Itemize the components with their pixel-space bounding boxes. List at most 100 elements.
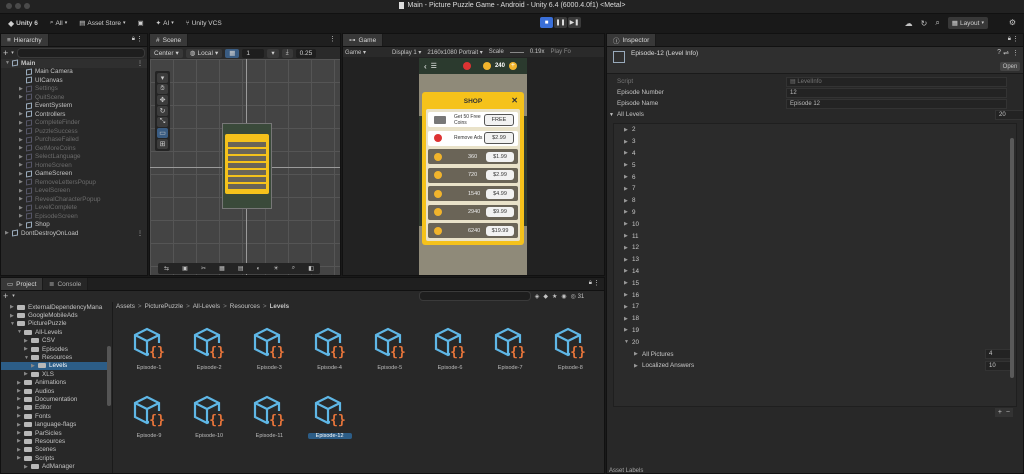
search-icon[interactable]: ⌕	[292, 265, 295, 272]
chevron-right-icon[interactable]: ▶	[624, 127, 632, 133]
project-folder[interactable]: ▶ XLS	[1, 370, 109, 378]
transform-tool-icon[interactable]: ⊞	[157, 139, 168, 149]
asset-store-button[interactable]: ▤ Asset Store ▾	[75, 17, 129, 29]
add-element-button[interactable]: +	[998, 409, 1002, 416]
chevron-down-icon[interactable]: ▾	[12, 293, 15, 299]
hierarchy-item[interactable]: ▶ Shop	[1, 221, 147, 230]
pan-icon[interactable]: ⇆	[164, 265, 169, 272]
hierarchy-item[interactable]: EventSystem	[1, 102, 147, 111]
episode-number-field[interactable]: 12	[786, 88, 1007, 98]
project-folder[interactable]: ▶ Documentation	[1, 395, 109, 403]
package-button[interactable]: ▣	[134, 17, 148, 29]
project-folder[interactable]: ▼ PicturePuzzle	[1, 320, 109, 328]
shop-price-button[interactable]: $2.99	[486, 170, 514, 180]
play-button[interactable]: ■	[540, 17, 553, 28]
frame-icon[interactable]: ▣	[182, 265, 188, 272]
project-folder[interactable]: ▶ Levels	[1, 361, 109, 371]
expand-arrow-icon[interactable]: ▶	[19, 162, 26, 168]
project-folder[interactable]: ▶ ExternalDependencyMana	[1, 303, 109, 311]
expand-arrow-icon[interactable]: ▶	[24, 338, 31, 344]
rect-tool-icon[interactable]: ▭	[157, 128, 168, 138]
more-icon[interactable]: ⋮	[137, 230, 143, 237]
chevron-right-icon[interactable]: ▶	[624, 186, 632, 192]
project-folder[interactable]: ▶ Audios	[1, 387, 109, 395]
project-search-input[interactable]	[418, 291, 531, 301]
expand-arrow-icon[interactable]: ▶	[19, 145, 26, 151]
expand-arrow-icon[interactable]: ▶	[19, 188, 26, 194]
remove-element-button[interactable]: −	[1006, 409, 1010, 416]
expand-arrow-icon[interactable]: ▶	[17, 380, 24, 386]
chevron-down-icon[interactable]: ▾	[11, 50, 14, 56]
expand-arrow-icon[interactable]: ▶	[19, 222, 26, 228]
hierarchy-item[interactable]: ▶ GameScreen	[1, 170, 147, 179]
asset-tile[interactable]: {} Episode-1	[127, 326, 171, 371]
project-folder[interactable]: ▶ Scripts	[1, 454, 109, 462]
expand-arrow-icon[interactable]: ▶	[5, 230, 12, 236]
add-icon[interactable]: +	[3, 48, 8, 58]
shop-item-row[interactable]: 2940 $9.99	[428, 204, 518, 220]
chevron-right-icon[interactable]: ▶	[624, 233, 632, 239]
level-sub-item[interactable]: ▶ Localized Answers 10	[624, 360, 1012, 372]
asset-tile[interactable]: {} Episode-2	[187, 326, 231, 371]
project-tree-scrollbar[interactable]	[107, 346, 111, 406]
increment-snap-button[interactable]: ⤓	[281, 48, 293, 58]
shop-price-button[interactable]: $9.99	[486, 207, 514, 217]
view-icon[interactable]: ▤	[238, 265, 244, 272]
chevron-right-icon[interactable]: ▶	[624, 174, 632, 180]
more-icon[interactable]: ⋮	[1012, 35, 1019, 43]
project-folder[interactable]: ▶ Fonts	[1, 412, 109, 420]
expand-arrow-icon[interactable]: ▶	[24, 464, 31, 470]
expand-arrow-icon[interactable]: ▶	[17, 396, 24, 402]
chevron-right-icon[interactable]: ▶	[634, 363, 642, 369]
expand-arrow-icon[interactable]: ▶	[19, 179, 26, 185]
search-all-button[interactable]: ⌕ All ▾	[46, 17, 71, 29]
shop-item-row[interactable]: 6240 $19.99	[428, 223, 518, 238]
space-dropdown[interactable]: ◍ Local ▾	[185, 48, 223, 58]
project-folder[interactable]: ▼ All-Levels	[1, 328, 109, 336]
all-levels-foldout[interactable]: ▼ All Levels	[609, 111, 644, 118]
shop-price-button[interactable]: $1.99	[486, 151, 514, 162]
filter-label-icon[interactable]: ◆	[543, 293, 548, 300]
hierarchy-item[interactable]: ▶ Settings	[1, 85, 147, 94]
rotate-tool-icon[interactable]: ↻	[157, 106, 168, 116]
expand-arrow-icon[interactable]: ▼	[24, 355, 31, 361]
expand-arrow-icon[interactable]: ▶	[17, 422, 24, 428]
more-icon[interactable]: ⋮	[329, 35, 336, 43]
tab-scene[interactable]: # Scene	[150, 34, 189, 46]
shading-icon[interactable]: ◐	[257, 266, 261, 272]
settings-icon[interactable]: ⚙	[1009, 18, 1016, 27]
tab-console[interactable]: ≣ Console	[43, 278, 89, 290]
asset-tile[interactable]: {} Episode-12	[307, 394, 352, 439]
breadcrumb-item[interactable]: PicturePuzzle	[145, 303, 184, 310]
asset-tile[interactable]: {} Episode-3	[247, 326, 291, 371]
expand-arrow-icon[interactable]: ▶	[17, 405, 24, 411]
move-tool-icon[interactable]: ✥	[157, 95, 168, 105]
hierarchy-item[interactable]: ▶ DontDestroyOnLoad ⋮	[1, 229, 147, 238]
level-element[interactable]: ▶ 6	[624, 171, 1004, 183]
expand-arrow-icon[interactable]: ▶	[19, 111, 26, 117]
hierarchy-item[interactable]: ▶ LevelScreen	[1, 187, 147, 196]
level-element[interactable]: ▶ 15	[624, 277, 1004, 289]
project-folder[interactable]: ▶ language-flags	[1, 420, 109, 428]
open-button[interactable]: Open	[1000, 62, 1020, 71]
level-element[interactable]: ▶ 2	[624, 124, 1004, 136]
expand-arrow-icon[interactable]: ▶	[19, 196, 26, 202]
levels-scrollbar[interactable]	[1010, 138, 1014, 378]
menu-icon[interactable]: ☰	[431, 62, 437, 70]
hierarchy-item[interactable]: ▶ GetMoreCoins	[1, 144, 147, 153]
hierarchy-item[interactable]: ▶ PuzzleSuccess	[1, 127, 147, 136]
hierarchy-item[interactable]: ▶ SelectLanguage	[1, 153, 147, 162]
expand-arrow-icon[interactable]: ▶	[19, 86, 26, 92]
level-element[interactable]: ▶ 9	[624, 207, 1004, 219]
breadcrumb-item[interactable]: Resources	[230, 303, 260, 310]
shop-price-button[interactable]: $19.99	[486, 225, 514, 236]
hierarchy-item[interactable]: ▶ RemoveLettersPopup	[1, 178, 147, 187]
project-folder[interactable]: ▶ Resources	[1, 437, 109, 445]
expand-arrow-icon[interactable]: ▶	[31, 363, 38, 369]
chevron-right-icon[interactable]: ▶	[624, 327, 632, 333]
cloud-icon[interactable]: ☁	[905, 19, 913, 28]
project-folder[interactable]: ▼ Resources	[1, 353, 109, 361]
project-folder[interactable]: ▶ Editor	[1, 404, 109, 412]
resolution-dropdown[interactable]: 2160x1080 Portrait ▾	[427, 49, 482, 56]
asset-tile[interactable]: {} Episode-8	[548, 326, 592, 371]
